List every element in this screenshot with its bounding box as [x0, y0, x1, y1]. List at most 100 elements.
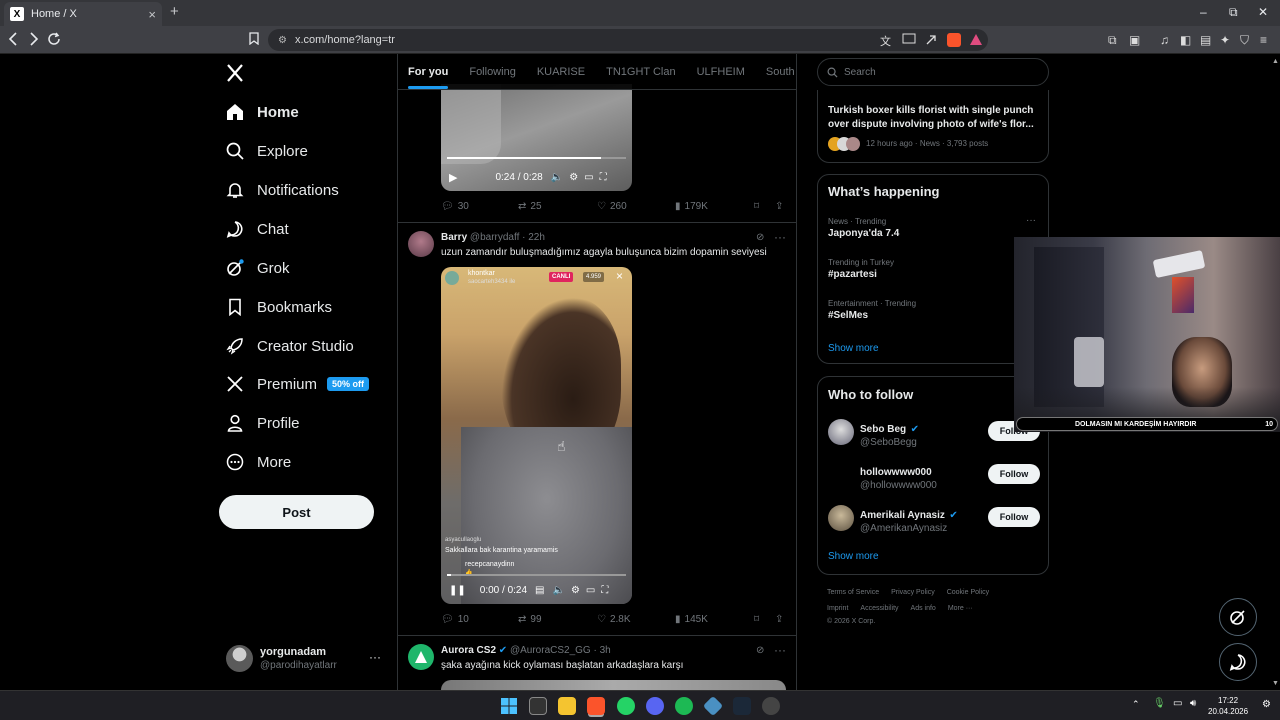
post-button[interactable]: Post — [219, 495, 374, 529]
scroll-up-icon[interactable]: ▲ — [1272, 58, 1279, 65]
play-icon[interactable]: ▶ — [449, 171, 457, 184]
follow-button[interactable]: Follow — [988, 464, 1040, 484]
pause-icon[interactable]: ❚❚ — [449, 585, 466, 596]
tweet-image[interactable] — [441, 680, 786, 690]
tab-ulfheim[interactable]: ULFHEIM — [697, 66, 745, 78]
follow-button[interactable]: Follow — [988, 507, 1040, 527]
vpn-icon[interactable]: ⛉ — [1240, 33, 1254, 47]
nav-premium[interactable]: Premium 50% off — [226, 369, 370, 399]
bookmark-button[interactable]: ⌑ — [754, 201, 759, 212]
footer-link[interactable]: Accessibility — [860, 605, 898, 612]
chat-float-button[interactable] — [1219, 643, 1257, 681]
discord-icon[interactable] — [646, 697, 664, 715]
volume-icon[interactable]: 🔈 — [552, 585, 564, 596]
nav-notifications[interactable]: Notifications — [226, 175, 339, 205]
video-progress[interactable] — [447, 157, 626, 159]
brave-shield-icon[interactable] — [947, 33, 961, 47]
browser-tab[interactable]: X Home / X × — [4, 2, 162, 26]
tweet-more-icon[interactable]: ··· — [774, 643, 786, 657]
suggested-user[interactable]: Sebo Beg ✔ @SeboBegg — [860, 419, 919, 448]
settings-icon[interactable]: ⚙ — [569, 172, 578, 183]
menu-icon[interactable]: ≡ — [1260, 33, 1274, 47]
close-live-icon[interactable]: × — [616, 269, 623, 283]
microphone-icon[interactable]: 🎙︎ — [1153, 698, 1166, 709]
close-window-icon[interactable]: ✕ — [1258, 5, 1268, 19]
footer-link[interactable]: Imprint — [827, 605, 848, 612]
nav-home[interactable]: Home — [226, 97, 299, 127]
trend-name[interactable]: #pazartesi — [828, 269, 877, 280]
system-clock[interactable]: 17:22 20.04.2026 — [1208, 695, 1248, 717]
show-more-link[interactable]: Show more — [828, 551, 879, 562]
brave-browser-icon[interactable] — [587, 697, 605, 715]
screenshot-icon[interactable]: ▣ — [1129, 33, 1143, 47]
display-icon[interactable]: ▭ — [1173, 698, 1182, 709]
footer-link[interactable]: Terms of Service — [827, 589, 879, 596]
close-tab-icon[interactable]: × — [148, 7, 156, 22]
fullscreen-icon[interactable]: ⛶ — [601, 585, 608, 596]
tab-following[interactable]: Following — [469, 66, 515, 78]
repost-button[interactable]: ⇄ 25 — [518, 201, 542, 212]
page-scrollbar[interactable]: ▲ ▼ — [1270, 54, 1279, 690]
task-view-icon[interactable] — [529, 697, 547, 715]
steam-icon[interactable] — [733, 697, 751, 715]
share-icon[interactable] — [924, 33, 938, 47]
tab-for-you[interactable]: For you — [408, 66, 449, 89]
suggested-user[interactable]: hollowwww000 @hollowwww000 — [860, 462, 937, 491]
nav-bookmarks[interactable]: Bookmarks — [226, 292, 332, 322]
tab-tn1ght-clan[interactable]: TN1GHT Clan — [606, 66, 675, 78]
bookmark-button[interactable]: ⌑ — [754, 614, 759, 625]
sidebar-icon[interactable]: ◧ — [1180, 33, 1194, 47]
start-menu-icon[interactable] — [500, 697, 518, 715]
search-input[interactable]: Search — [817, 58, 1049, 86]
whatsapp-icon[interactable] — [617, 697, 635, 715]
speaker-icon[interactable]: 🔊︎ — [1190, 698, 1196, 709]
footer-link[interactable]: Ads info — [911, 605, 936, 612]
trend-name[interactable]: #SelMes — [828, 310, 868, 321]
grok-float-button[interactable] — [1219, 598, 1257, 636]
avatar[interactable] — [828, 505, 854, 531]
site-info-icon[interactable]: ⚙ — [278, 35, 287, 46]
minimize-icon[interactable]: – — [1200, 5, 1207, 19]
author-name[interactable]: Aurora CS2 — [441, 645, 496, 656]
account-more-icon[interactable]: ··· — [369, 650, 381, 664]
brave-rewards-icon[interactable] — [969, 33, 983, 47]
grok-explain-icon[interactable]: ⊘ — [756, 232, 764, 243]
file-explorer-icon[interactable] — [558, 697, 576, 715]
account-switcher[interactable]: yorgunadam @parodihayatlarr ··· — [226, 642, 386, 676]
avatar[interactable] — [828, 419, 854, 445]
share-button[interactable]: ⇪ — [775, 201, 783, 212]
like-button[interactable]: ♡ 2.8K — [597, 614, 631, 625]
tweet-more-icon[interactable]: ··· — [774, 230, 786, 244]
author-handle[interactable]: @AuroraCS2_GG — [510, 645, 591, 656]
pip-icon[interactable]: ▭ — [584, 172, 593, 183]
show-more-link[interactable]: Show more — [828, 343, 879, 354]
pip-icon[interactable]: ▭ — [586, 585, 595, 596]
tray-overflow-icon[interactable]: ⌃ — [1132, 699, 1140, 710]
trend-more-icon[interactable]: ··· — [1026, 215, 1036, 226]
tab-south-side[interactable]: South Side — [766, 66, 796, 78]
settings-icon[interactable]: ⚙ — [571, 585, 580, 596]
fullscreen-icon[interactable]: ⛶ — [600, 172, 607, 183]
reply-button[interactable]: 💬︎ 30 — [441, 201, 469, 212]
reload-icon[interactable] — [47, 32, 61, 46]
grok-explain-icon[interactable]: ⊘ — [756, 645, 764, 656]
tweet-video[interactable]: khontkar saocarteh3434 ile CANLI 4.959 ×… — [441, 267, 632, 604]
cast-icon[interactable] — [902, 33, 916, 47]
like-button[interactable]: ♡ 260 — [597, 201, 627, 212]
nav-more[interactable]: More — [226, 447, 291, 477]
extensions-icon[interactable]: ⧉ — [1108, 33, 1122, 47]
video-progress[interactable] — [447, 574, 626, 576]
views-button[interactable]: ▮ 179K — [675, 201, 708, 212]
avatar[interactable] — [408, 231, 434, 257]
author-handle[interactable]: @barrydaff — [470, 232, 519, 243]
settings-app-icon[interactable] — [762, 697, 780, 715]
tweet-video[interactable]: ▶ 0:24 / 0:28 🔈 ⚙ ▭ ⛶ — [441, 84, 632, 191]
back-icon[interactable] — [8, 32, 18, 46]
leo-ai-icon[interactable]: ✦ — [1220, 33, 1234, 47]
scroll-down-icon[interactable]: ▼ — [1272, 680, 1279, 687]
nav-chat[interactable]: Chat — [226, 214, 289, 244]
footer-link[interactable]: Cookie Policy — [947, 589, 989, 596]
repost-button[interactable]: ⇄ 99 — [518, 614, 542, 625]
x-logo-icon[interactable] — [226, 64, 244, 82]
wallet-icon[interactable]: ▤ — [1200, 33, 1214, 47]
